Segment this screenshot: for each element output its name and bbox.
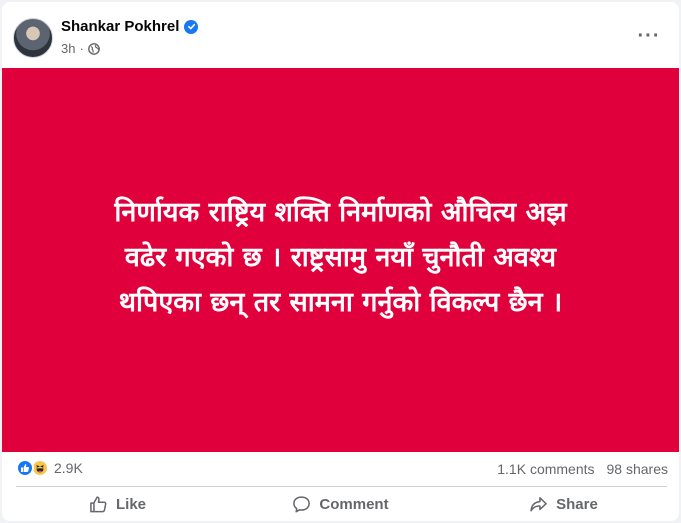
post-meta: 3h · bbox=[61, 41, 100, 56]
post-text-line: वढेर गएको छ । राष्ट्रसामु नयाँ चुनौती अव… bbox=[124, 241, 557, 273]
shares-count[interactable]: 98 shares bbox=[607, 461, 668, 477]
comment-icon bbox=[293, 496, 311, 513]
thumbs-up-icon bbox=[90, 496, 107, 513]
author-name[interactable]: Shankar Pokhrel bbox=[61, 18, 179, 35]
post-header: Shankar Pokhrel 3h · ··· bbox=[2, 2, 679, 68]
share-button[interactable]: Share bbox=[452, 488, 675, 521]
action-divider bbox=[16, 486, 667, 487]
post-text-line: निर्णायक राष्ट्रिय शक्ति निर्माणको औचित्… bbox=[114, 196, 567, 228]
reaction-count: 2.9K bbox=[54, 460, 83, 476]
post-timestamp[interactable]: 3h bbox=[61, 41, 75, 56]
comment-label: Comment bbox=[319, 496, 389, 513]
author-row: Shankar Pokhrel bbox=[61, 18, 199, 35]
post-text-line: थपिएका छन् तर सामना गर्नुको विकल्प छैन । bbox=[118, 286, 563, 318]
post-text: निर्णायक राष्ट्रिय शक्ति निर्माणको औचित्… bbox=[41, 190, 641, 325]
share-label: Share bbox=[556, 496, 598, 513]
post-stats: 2.9K 1.1K comments 98 shares bbox=[2, 452, 679, 486]
post-card: Shankar Pokhrel 3h · ··· निर्णायक राष्ट्… bbox=[2, 2, 679, 521]
globe-icon[interactable] bbox=[87, 42, 100, 55]
verified-badge-icon bbox=[184, 19, 199, 34]
like-label: Like bbox=[115, 496, 146, 513]
more-options-icon[interactable]: ··· bbox=[637, 26, 661, 46]
author-avatar[interactable] bbox=[13, 18, 53, 58]
like-button[interactable]: Like bbox=[6, 488, 229, 521]
like-reaction-icon bbox=[16, 459, 34, 477]
reactions-summary[interactable]: 2.9K bbox=[16, 459, 83, 477]
comments-count[interactable]: 1.1K comments bbox=[497, 461, 594, 477]
post-text-image[interactable]: निर्णायक राष्ट्रिय शक्ति निर्माणको औचित्… bbox=[2, 68, 679, 452]
comment-button[interactable]: Comment bbox=[229, 488, 452, 521]
share-icon bbox=[530, 497, 548, 512]
engagement-counts: 1.1K comments 98 shares bbox=[497, 461, 668, 477]
meta-separator: · bbox=[79, 41, 84, 56]
post-actions: Like Comment Share bbox=[2, 488, 679, 521]
